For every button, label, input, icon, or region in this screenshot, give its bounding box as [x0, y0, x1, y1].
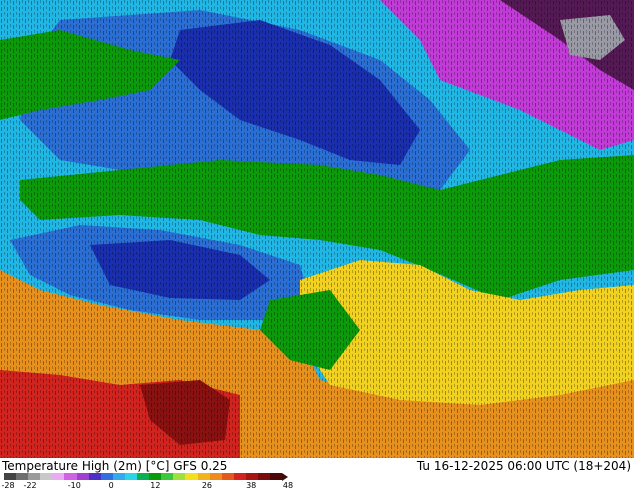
scale-swatch [76, 473, 89, 480]
value-labels-overlay [0, 0, 634, 458]
scale-swatch [112, 473, 125, 480]
scale-swatch [173, 473, 186, 480]
scale-swatch [124, 473, 138, 480]
scale-tick-label: 26 [201, 481, 213, 490]
scale-swatch [52, 473, 65, 480]
map-canvas [0, 0, 634, 458]
scale-swatch [40, 473, 53, 480]
scale-tick-label: -10 [67, 481, 81, 490]
scale-swatch [4, 473, 17, 480]
temperature-map[interactable] [0, 0, 634, 458]
scale-ticks: -28 -22 -10 0 12 26 38 48 [0, 481, 300, 490]
scale-tick-label: 0 [108, 481, 114, 490]
scale-swatch [221, 473, 234, 480]
scale-swatch [245, 473, 258, 480]
scale-swatch [185, 473, 198, 480]
map-footer: Temperature High (2m) [°C] GFS 0.25 Tu 1… [0, 458, 634, 490]
scale-swatch [137, 473, 150, 480]
scale-tick-label: 12 [150, 481, 161, 490]
scale-swatch [88, 473, 101, 480]
scale-tick-label: 48 [282, 481, 294, 490]
scale-swatch [100, 473, 113, 480]
scale-swatch [16, 473, 29, 480]
scale-arrow-icon [282, 473, 294, 481]
scale-swatch [270, 473, 283, 480]
scale-swatch [28, 473, 41, 480]
map-title: Temperature High (2m) [°C] GFS 0.25 [2, 459, 228, 473]
scale-tick-label: 38 [246, 481, 257, 490]
color-scale [4, 473, 294, 481]
scale-swatch [149, 473, 162, 480]
scale-swatch [209, 473, 222, 480]
scale-tick-label: -28 [1, 481, 15, 490]
scale-swatch [233, 473, 246, 480]
scale-swatch [197, 473, 210, 480]
scale-swatch [64, 473, 77, 480]
map-datetime: Tu 16-12-2025 06:00 UTC (18+204) [416, 459, 631, 473]
scale-swatch [161, 473, 174, 480]
scale-swatch [257, 473, 271, 480]
scale-tick-label: -22 [23, 481, 37, 490]
